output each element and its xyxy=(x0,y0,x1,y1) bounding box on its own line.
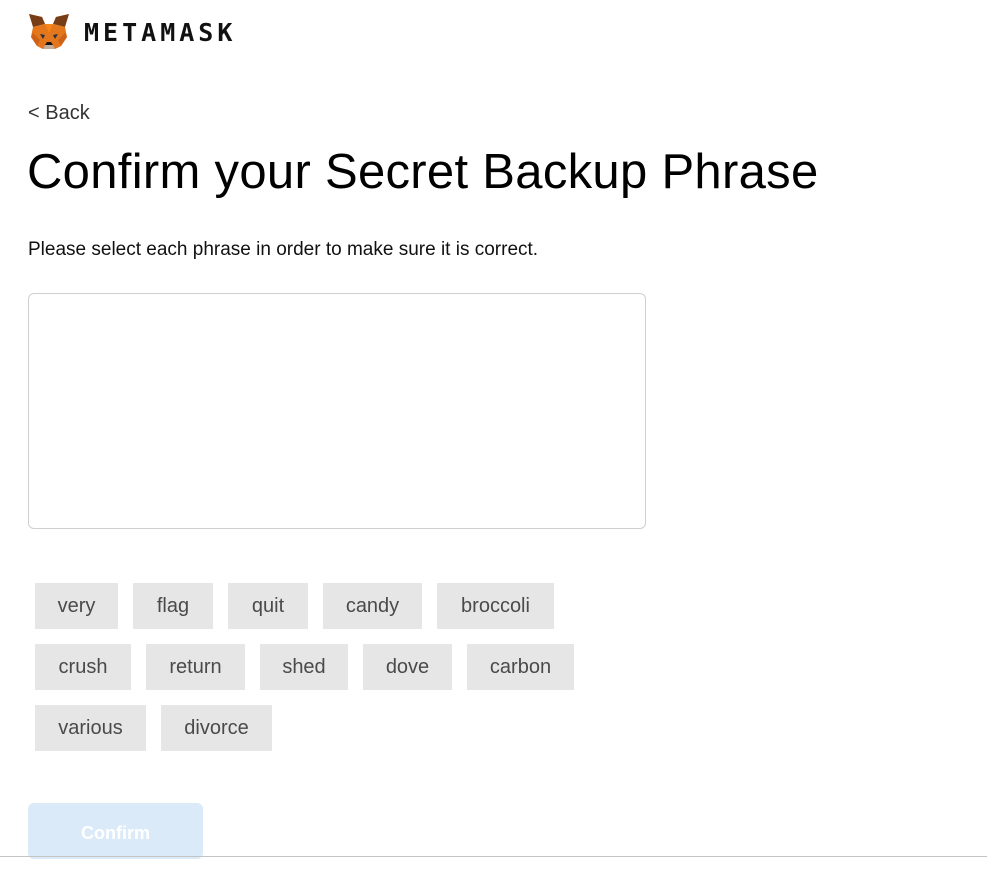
word-chip[interactable]: carbon xyxy=(467,644,574,690)
brand-wordmark: METAMASK xyxy=(84,17,237,47)
word-chip[interactable]: divorce xyxy=(161,705,272,751)
word-chip[interactable]: flag xyxy=(133,583,213,629)
confirm-button[interactable]: Confirm xyxy=(28,803,203,859)
word-chip[interactable]: candy xyxy=(323,583,422,629)
app-header: METAMASK xyxy=(28,12,236,52)
page-title: Confirm your Secret Backup Phrase xyxy=(27,145,819,199)
word-chip[interactable]: quit xyxy=(228,583,308,629)
word-chip[interactable]: return xyxy=(146,644,245,690)
back-link[interactable]: < Back xyxy=(28,102,90,125)
bottom-divider xyxy=(0,856,987,857)
selected-phrase-box[interactable] xyxy=(28,293,646,529)
word-chip[interactable]: various xyxy=(35,705,146,751)
word-chip[interactable]: shed xyxy=(260,644,348,690)
word-chip[interactable]: crush xyxy=(35,644,131,690)
page-instructions: Please select each phrase in order to ma… xyxy=(28,239,539,260)
word-chip[interactable]: dove xyxy=(363,644,452,690)
word-chip[interactable]: broccoli xyxy=(437,583,554,629)
word-chip[interactable]: very xyxy=(35,583,118,629)
metamask-fox-icon xyxy=(29,14,69,49)
